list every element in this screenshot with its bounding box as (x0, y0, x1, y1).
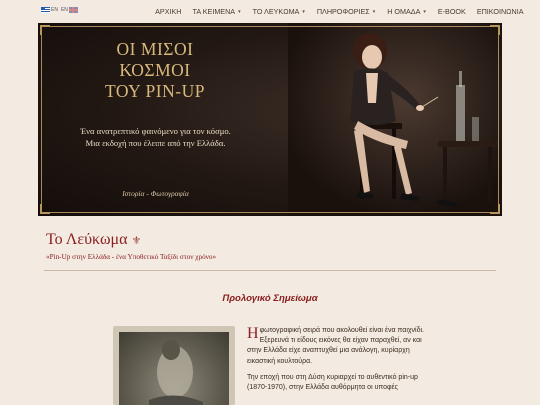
album-photo-image (119, 332, 229, 405)
nav-item[interactable]: ΠΛΗΡΟΦΟΡΙΕΣ ▼ (311, 7, 381, 16)
caret-down-icon: ▼ (237, 8, 242, 14)
frame-corner (490, 204, 500, 214)
nav-item-label: ΕΠΙΚΟΙΝΩΝΙΑ (476, 6, 524, 16)
nav-item[interactable]: ΤΑ ΚΕΙΜΕΝΑ ▼ (187, 7, 247, 16)
section-title-text: Το Λεύκωμα (46, 231, 128, 248)
prologue-text: Η φωτογραφική σειρά που ακολουθεί είναι … (247, 326, 427, 399)
frame-corner (40, 204, 50, 214)
pinup-woman-photo (288, 23, 502, 216)
nav-item[interactable]: ΕΠΙΚΟΙΝΩΝΙΑ (471, 7, 529, 16)
nav-item-label: ΤΟ ΛΕΥΚΩΜΑ (252, 6, 300, 16)
frame-corner (490, 25, 500, 35)
section-title: Το Λεύκωμα ⚜ (46, 231, 141, 249)
main-menu: ΑΡΧΙΚΗ ΤΑ ΚΕΙΜΕΝΑ ▼ ΤΟ ΛΕΥΚΩΜΑ ▼ ΠΛΗΡΟΦΟΡΙΕΣ ▼… (150, 0, 529, 22)
nav-item[interactable]: E-BOOK (432, 7, 471, 16)
hero-subtitle-line: Ένα ανατρεπτικό φαινόμενο για τον κόσμο. (80, 126, 231, 136)
lang-greek[interactable]: EN (41, 7, 58, 13)
nav-item-label: ΤΑ ΚΕΙΜΕΝΑ (192, 6, 236, 16)
prologue-paragraph: Η φωτογραφική σειρά που ακολουθεί είναι … (247, 326, 427, 367)
section-subtitle: «Pin-Up στην Ελλάδα - ένα Υποθετικό Ταξί… (46, 253, 217, 261)
hero-banner: ΟΙ ΜΙΣΟΙ ΚΟΣΜΟΙ ΤΟΥ PIN-UP Ένα ανατρεπτι… (38, 23, 502, 216)
nav-item[interactable]: ΑΡΧΙΚΗ (150, 7, 187, 16)
hero-tagline: Ιστορία - Φωτογραφία (122, 189, 189, 198)
lang-greek-label: EN (51, 7, 58, 13)
language-switcher: EN EN (41, 7, 78, 13)
nav-item[interactable]: ΤΟ ΛΕΥΚΩΜΑ ▼ (247, 7, 311, 16)
fleur-de-lis-icon: ⚜ (131, 234, 142, 247)
hero-title-line: ΚΟΣΜΟΙ (119, 60, 191, 80)
prologue-heading: Προλογικό Σημείωμα (222, 293, 318, 304)
nav-item-label: E-BOOK (437, 6, 466, 16)
hero-title: ΟΙ ΜΙΣΟΙ ΚΟΣΜΟΙ ΤΟΥ PIN-UP (70, 39, 240, 102)
hero-title-line: ΤΟΥ PIN-UP (105, 81, 205, 101)
hero-subtitle-line: Μια εκδοχή που έλειπε από την Ελλάδα. (85, 138, 226, 148)
lang-english-label: EN (60, 7, 68, 13)
uk-flag-icon (68, 7, 78, 13)
album-photo[interactable] (113, 326, 235, 405)
paragraph-text: φωτογραφική σειρά που ακολουθεί είναι έν… (247, 327, 424, 365)
caret-down-icon: ▼ (301, 8, 306, 14)
frame-corner (40, 25, 50, 35)
divider (44, 270, 496, 271)
vintage-photo-art (149, 340, 203, 405)
nav-item[interactable]: Η ΟΜΑΔΑ ▼ (382, 7, 433, 16)
nav-item-label: Η ΟΜΑΔΑ (387, 6, 421, 16)
top-navbar: EN EN ΑΡΧΙΚΗ ΤΑ ΚΕΙΜΕΝΑ ▼ ΤΟ ΛΕΥΚΩΜΑ ▼ ΠΛΗΡΟΦ… (0, 0, 540, 22)
drop-cap: Η (247, 325, 259, 342)
nav-item-label: ΑΡΧΙΚΗ (155, 6, 182, 16)
nav-item-label: ΠΛΗΡΟΦΟΡΙΕΣ (316, 6, 370, 16)
hero-subtitle: Ένα ανατρεπτικό φαινόμενο για τον κόσμο.… (48, 125, 263, 149)
caret-down-icon: ▼ (422, 8, 427, 14)
prologue-paragraph: Την εποχή που στη Δύση κυριαρχεί το αυθε… (247, 373, 418, 392)
greek-flag-icon (41, 7, 50, 13)
caret-down-icon: ▼ (371, 8, 377, 14)
hero-title-line: ΟΙ ΜΙΣΟΙ (116, 39, 194, 59)
lang-english[interactable]: EN (61, 7, 78, 13)
